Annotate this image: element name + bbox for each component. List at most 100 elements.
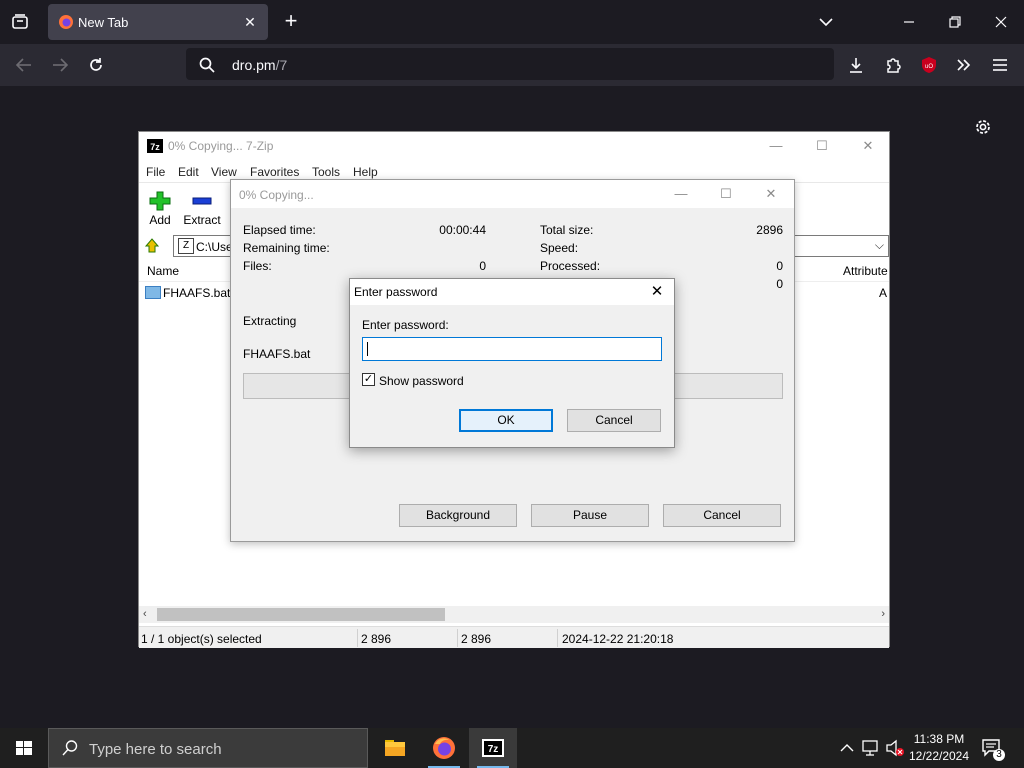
menu-file[interactable]: File <box>146 165 165 179</box>
start-button[interactable] <box>0 728 48 768</box>
status-packed: 2 896 <box>461 632 492 646</box>
url-bar[interactable]: dro.pm/7 <box>186 48 834 80</box>
browser-tab-bar: New Tab ✕ + <box>0 0 1024 44</box>
volume-muted-icon[interactable] <box>884 728 906 768</box>
files-value: 0 <box>479 259 486 273</box>
notification-icon[interactable]: 3 <box>980 736 1006 762</box>
network-icon[interactable] <box>860 728 882 768</box>
progress-dialog-title: 0% Copying... <box>239 188 314 202</box>
elapsed-label: Elapsed time: <box>243 223 316 237</box>
drive-icon: Z <box>178 238 194 254</box>
folder-up-icon[interactable] <box>144 237 160 253</box>
maximize-icon[interactable]: ☐ <box>715 184 737 204</box>
menu-help[interactable]: Help <box>353 165 378 179</box>
minimize-icon[interactable]: — <box>765 136 787 156</box>
extract-button[interactable]: Extract <box>182 187 222 229</box>
url-path: /7 <box>275 57 288 73</box>
7zip-title-bar: 7z 0% Copying... 7-Zip — ☐ ✕ <box>139 132 889 160</box>
column-attributes[interactable]: Attribute <box>843 264 888 278</box>
processed-value: 0 <box>776 259 783 273</box>
browser-tab[interactable]: New Tab ✕ <box>48 4 268 40</box>
pause-button[interactable]: Pause <box>531 504 649 527</box>
taskbar-7zip[interactable]: 7z <box>469 728 517 768</box>
search-icon <box>61 739 79 757</box>
cancel-button[interactable]: Cancel <box>567 409 661 432</box>
elapsed-value: 00:00:44 <box>439 223 486 237</box>
notification-count: 3 <box>996 749 1002 760</box>
scroll-left-icon[interactable]: ‹ <box>143 606 147 623</box>
password-prompt: Enter password: <box>362 318 449 332</box>
processed-label: Processed: <box>540 259 601 273</box>
svg-text:7z: 7z <box>488 744 499 755</box>
extract-label: Extract <box>183 213 221 227</box>
url-host: dro.pm <box>232 57 276 73</box>
firefox-icon <box>433 737 455 759</box>
close-icon[interactable]: ✕ <box>646 282 668 302</box>
menu-view[interactable]: View <box>211 165 237 179</box>
status-size: 2 896 <box>361 632 392 646</box>
chevron-down-icon[interactable]: ⌵ <box>875 238 884 253</box>
minimize-icon[interactable]: — <box>670 184 692 204</box>
close-window-icon[interactable] <box>989 10 1013 34</box>
7zip-icon: 7z <box>482 739 504 757</box>
downloads-icon[interactable] <box>844 53 868 77</box>
close-icon[interactable]: ✕ <box>857 136 879 156</box>
horizontal-scrollbar[interactable]: ‹ › <box>139 606 889 623</box>
menu-tools[interactable]: Tools <box>312 165 340 179</box>
minimize-icon[interactable] <box>897 10 921 34</box>
file-icon <box>145 286 161 299</box>
clock-date: 12/22/2024 <box>908 749 970 763</box>
total-size-label: Total size: <box>540 223 594 237</box>
password-input[interactable] <box>362 337 662 361</box>
column-name[interactable]: Name <box>147 264 179 278</box>
ublock-origin-icon[interactable]: uO <box>917 53 941 77</box>
files-label: Files: <box>243 259 272 273</box>
list-all-tabs-icon[interactable] <box>8 10 32 34</box>
chevron-down-icon[interactable] <box>814 10 838 34</box>
browser-nav-bar: dro.pm/7 uO <box>0 44 1024 86</box>
taskbar: Type here to search 7z 11:38 PM 12/22/20… <box>0 728 1024 768</box>
show-hidden-icons-icon[interactable] <box>836 728 858 768</box>
show-password-checkbox[interactable]: ✓ <box>362 373 375 386</box>
add-button[interactable]: Add <box>140 187 180 229</box>
password-dialog-title: Enter password <box>354 285 438 299</box>
scroll-right-icon[interactable]: › <box>881 606 885 623</box>
taskbar-search[interactable]: Type here to search <box>48 728 368 768</box>
svg-text:uO: uO <box>925 64 933 70</box>
restore-icon[interactable] <box>943 10 967 34</box>
tab-title: New Tab <box>78 15 129 30</box>
extensions-icon[interactable] <box>881 53 905 77</box>
7zip-app-icon: 7z <box>147 139 163 153</box>
forward-arrow-icon[interactable] <box>48 53 72 77</box>
password-dialog: Enter password ✕ Enter password: ✓ Show … <box>349 278 675 448</box>
show-password-label[interactable]: Show password <box>379 374 464 388</box>
remaining-label: Remaining time: <box>243 241 330 255</box>
taskbar-file-explorer[interactable] <box>371 728 419 768</box>
clock[interactable]: 11:38 PM 12/22/2024 <box>906 731 972 765</box>
minus-icon <box>192 197 212 205</box>
more-tools-icon[interactable] <box>952 53 976 77</box>
scrollbar-thumb[interactable] <box>157 608 445 621</box>
windows-logo-icon <box>16 741 32 755</box>
status-divider <box>457 629 458 647</box>
search-icon <box>198 56 216 74</box>
maximize-icon[interactable]: ☐ <box>811 136 833 156</box>
progress-title-bar: 0% Copying... — ☐ ✕ <box>231 180 794 208</box>
background-button[interactable]: Background <box>399 504 517 527</box>
close-icon[interactable]: ✕ <box>760 184 782 204</box>
ok-button[interactable]: OK <box>459 409 553 432</box>
tab-close-icon[interactable]: ✕ <box>240 12 260 32</box>
cancel-button[interactable]: Cancel <box>663 504 781 527</box>
reload-icon[interactable] <box>84 53 108 77</box>
new-tab-button[interactable]: + <box>280 10 302 34</box>
menu-favorites[interactable]: Favorites <box>250 165 299 179</box>
back-arrow-icon[interactable] <box>12 53 36 77</box>
taskbar-firefox[interactable] <box>420 728 468 768</box>
path-text: C:\Use <box>196 240 233 254</box>
search-placeholder: Type here to search <box>89 741 222 758</box>
gear-icon[interactable] <box>972 116 994 138</box>
menu-hamburger-icon[interactable] <box>988 53 1012 77</box>
status-modified: 2024-12-22 21:20:18 <box>562 632 674 646</box>
add-label: Add <box>149 213 171 227</box>
menu-edit[interactable]: Edit <box>178 165 199 179</box>
